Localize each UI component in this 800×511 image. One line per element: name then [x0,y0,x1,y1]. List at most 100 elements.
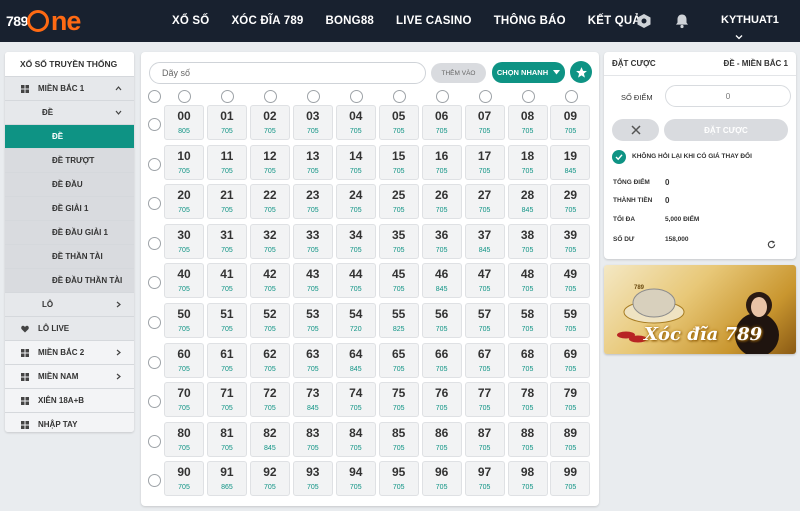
number-cell[interactable]: 31 705 [206,223,247,259]
number-cell[interactable]: 19 845 [550,144,591,180]
number-cell[interactable]: 16 705 [421,144,462,180]
column-radio[interactable] [564,90,578,103]
number-cell[interactable]: 08 705 [507,105,548,140]
number-cell[interactable]: 59 705 [550,302,591,338]
sidebar-item-de-dau[interactable]: ĐỀ ĐẦU [5,172,134,196]
number-cell[interactable]: 86 705 [421,421,462,457]
sidebar-item-de-dau-than-tai[interactable]: ĐỀ ĐẦU THẦN TÀI [5,268,134,292]
sidebar-item-de-dau-giai-1[interactable]: ĐỀ ĐẦU GIẢI 1 [5,220,134,244]
clear-button[interactable] [612,119,659,141]
number-cell[interactable]: 80 705 [164,421,204,457]
number-cell[interactable]: 76 705 [421,382,462,418]
nav-live-casino[interactable]: LIVE CASINO [396,15,472,27]
number-cell[interactable]: 67 705 [464,342,505,378]
row-radio[interactable] [148,236,161,250]
number-cell[interactable]: 87 705 [464,421,505,457]
sidebar-item-de-group[interactable]: ĐỀ [5,100,134,124]
number-cell[interactable]: 61 705 [206,342,247,378]
points-input[interactable] [665,85,791,107]
number-cell[interactable]: 38 705 [507,223,548,259]
number-cell[interactable]: 70 705 [164,382,204,418]
row-radio[interactable] [148,355,161,369]
number-cell[interactable]: 56 705 [421,302,462,338]
chevron-down-icon[interactable] [735,28,743,40]
number-cell[interactable]: 51 705 [206,302,247,338]
nav-xoc-dia-789[interactable]: XÓC ĐĨA 789 [231,15,303,27]
number-cell[interactable]: 58 705 [507,302,548,338]
number-cell[interactable]: 46 845 [421,263,462,299]
number-cell[interactable]: 15 705 [378,144,419,180]
sidebar-item-mien-bac-2[interactable]: MIỀN BẮC 2 [5,340,134,364]
number-cell[interactable]: 69 705 [550,342,591,378]
number-cell[interactable]: 89 705 [550,421,591,457]
add-button[interactable]: THÊM VÀO [431,63,486,83]
number-cell[interactable]: 22 705 [249,184,290,220]
gear-icon[interactable] [634,11,654,31]
sidebar-item-de[interactable]: ĐỀ [5,124,134,148]
number-cell[interactable]: 40 705 [164,263,204,299]
row-radio[interactable] [148,474,161,488]
number-cell[interactable]: 82 845 [249,421,290,457]
row-radio[interactable] [148,395,161,409]
number-cell[interactable]: 53 705 [292,302,333,338]
number-cell[interactable]: 25 705 [378,184,419,220]
number-cell[interactable]: 47 705 [464,263,505,299]
number-cell[interactable]: 97 705 [464,461,505,497]
row-radio[interactable] [148,276,161,290]
number-cell[interactable]: 55 825 [378,302,419,338]
number-cell[interactable]: 43 705 [292,263,333,299]
number-cell[interactable]: 73 845 [292,382,333,418]
number-cell[interactable]: 96 705 [421,461,462,497]
number-cell[interactable]: 68 705 [507,342,548,378]
nav-ket-qua[interactable]: KẾT QUẢ [588,15,641,27]
column-radio[interactable] [435,90,449,103]
number-cell[interactable]: 74 705 [335,382,376,418]
row-radio[interactable] [148,197,161,211]
number-cell[interactable]: 83 705 [292,421,333,457]
number-cell[interactable]: 64 845 [335,342,376,378]
nav-thong-bao[interactable]: THÔNG BÁO [494,15,566,27]
number-cell[interactable]: 62 705 [249,342,290,378]
number-cell[interactable]: 94 705 [335,461,376,497]
number-cell[interactable]: 85 705 [378,421,419,457]
number-cell[interactable]: 27 705 [464,184,505,220]
number-cell[interactable]: 32 705 [249,223,290,259]
row-radio[interactable] [148,434,161,448]
column-radio[interactable] [521,90,535,103]
number-cell[interactable]: 13 705 [292,144,333,180]
column-radio[interactable] [349,90,363,103]
xoc-dia-promo-banner[interactable]: Xóc đĩa 789 789 [604,265,796,354]
column-radio[interactable] [178,90,191,103]
logo[interactable]: 789 ne [6,5,81,37]
place-bet-button[interactable]: ĐẶT CƯỢC [664,119,788,141]
number-cell[interactable]: 21 705 [206,184,247,220]
number-cell[interactable]: 34 705 [335,223,376,259]
number-cell[interactable]: 02 705 [249,105,290,140]
number-cell[interactable]: 20 705 [164,184,204,220]
column-radio[interactable] [263,90,277,103]
number-cell[interactable]: 90 705 [164,461,204,497]
number-cell[interactable]: 77 705 [464,382,505,418]
number-sequence-input[interactable] [149,62,426,84]
quick-select-button[interactable]: CHỌN NHANH [492,62,565,83]
column-radio[interactable] [306,90,320,103]
number-cell[interactable]: 33 705 [292,223,333,259]
number-cell[interactable]: 06 705 [421,105,462,140]
number-cell[interactable]: 95 705 [378,461,419,497]
number-cell[interactable]: 75 705 [378,382,419,418]
number-cell[interactable]: 49 705 [550,263,591,299]
number-cell[interactable]: 63 705 [292,342,333,378]
number-cell[interactable]: 60 705 [164,342,204,378]
star-icon[interactable] [570,61,592,83]
number-cell[interactable]: 65 705 [378,342,419,378]
number-cell[interactable]: 00 805 [164,105,204,140]
number-cell[interactable]: 91 865 [206,461,247,497]
number-cell[interactable]: 39 705 [550,223,591,259]
number-cell[interactable]: 12 705 [249,144,290,180]
sidebar-item-nhap-tay[interactable]: NHẬP TAY [5,412,134,432]
sidebar-item-mien-nam[interactable]: MIỀN NAM [5,364,134,388]
sidebar-item-de-giai-1[interactable]: ĐỀ GIẢI 1 [5,196,134,220]
number-cell[interactable]: 98 705 [507,461,548,497]
nav-bong88[interactable]: BONG88 [326,15,375,27]
number-cell[interactable]: 37 845 [464,223,505,259]
